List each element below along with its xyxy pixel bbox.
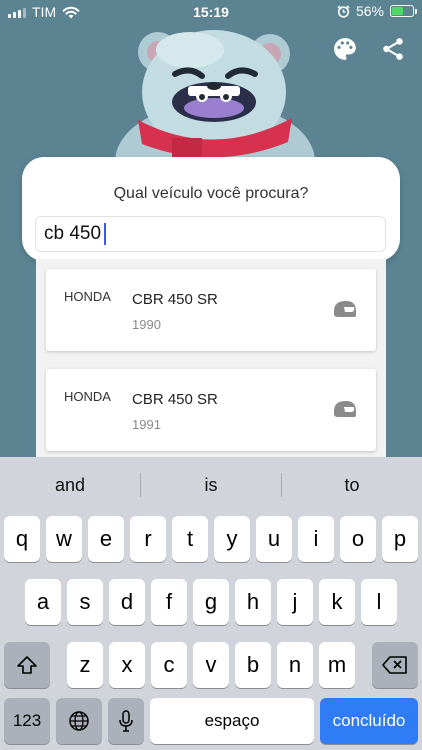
suggestion-item[interactable]: and [0,457,140,513]
key-q[interactable]: q [4,516,40,562]
result-year: 1991 [132,417,161,432]
key-l[interactable]: l [361,579,397,625]
key-r[interactable]: r [130,516,166,562]
key-w[interactable]: w [46,516,82,562]
result-year: 1990 [132,317,161,332]
done-key[interactable]: concluído [320,698,418,744]
backspace-icon [382,656,407,674]
key-b[interactable]: b [235,642,271,688]
key-v[interactable]: v [193,642,229,688]
suggestion-bar: and is to [0,457,422,513]
key-n[interactable]: n [277,642,313,688]
status-bar: TIM 15:19 56% [0,0,422,24]
result-model: CBR 450 SR [132,291,218,308]
result-brand: HONDA [64,389,111,404]
key-d[interactable]: d [109,579,145,625]
numbers-key[interactable]: 123 [4,698,50,744]
search-title: Qual veículo você procura? [113,185,309,202]
battery-charging-icon [390,5,417,17]
globe-icon [69,711,89,731]
suggestion-item[interactable]: is [141,457,281,513]
list-item[interactable]: HONDA CBR 450 SR 1990 [46,269,376,351]
key-e[interactable]: e [88,516,124,562]
key-j[interactable]: j [277,579,313,625]
search-card: Qual veículo você procura? cb 450 [22,157,400,261]
mascot-illustration [115,30,315,162]
key-h[interactable]: h [235,579,271,625]
search-input[interactable]: cb 450 [35,216,386,252]
text-cursor [104,223,107,245]
results-list: HONDA CBR 450 SR 1990 HONDA CBR 450 SR 1… [36,259,386,457]
result-brand: HONDA [64,289,111,304]
key-p[interactable]: p [382,516,418,562]
key-z[interactable]: z [67,642,103,688]
key-t[interactable]: t [172,516,208,562]
key-c[interactable]: c [151,642,187,688]
key-u[interactable]: u [256,516,292,562]
key-g[interactable]: g [193,579,229,625]
key-k[interactable]: k [319,579,355,625]
key-y[interactable]: y [214,516,250,562]
list-item[interactable]: HONDA CBR 450 SR 1991 [46,369,376,451]
suggestion-item[interactable]: to [282,457,422,513]
search-input-value: cb 450 [44,223,102,244]
backspace-key[interactable] [372,642,418,688]
key-o[interactable]: o [340,516,376,562]
battery-percent: 56% [355,3,384,19]
keyboard: and is to qwertyuiop asdfghjkl zxcvbnm 1… [0,457,422,750]
result-model: CBR 450 SR [132,391,218,408]
share-icon[interactable] [380,36,406,62]
alarm-icon [337,4,350,18]
helmet-icon [334,301,356,317]
dictation-key[interactable] [108,698,144,744]
palette-icon[interactable] [332,36,358,62]
helmet-icon [334,401,356,417]
key-i[interactable]: i [298,516,334,562]
key-s[interactable]: s [67,579,103,625]
key-a[interactable]: a [25,579,61,625]
key-m[interactable]: m [319,642,355,688]
microphone-icon [119,710,133,732]
key-f[interactable]: f [151,579,187,625]
key-x[interactable]: x [109,642,145,688]
shift-icon [17,656,37,674]
shift-key[interactable] [4,642,50,688]
globe-key[interactable] [56,698,102,744]
space-key[interactable]: espaço [150,698,314,744]
